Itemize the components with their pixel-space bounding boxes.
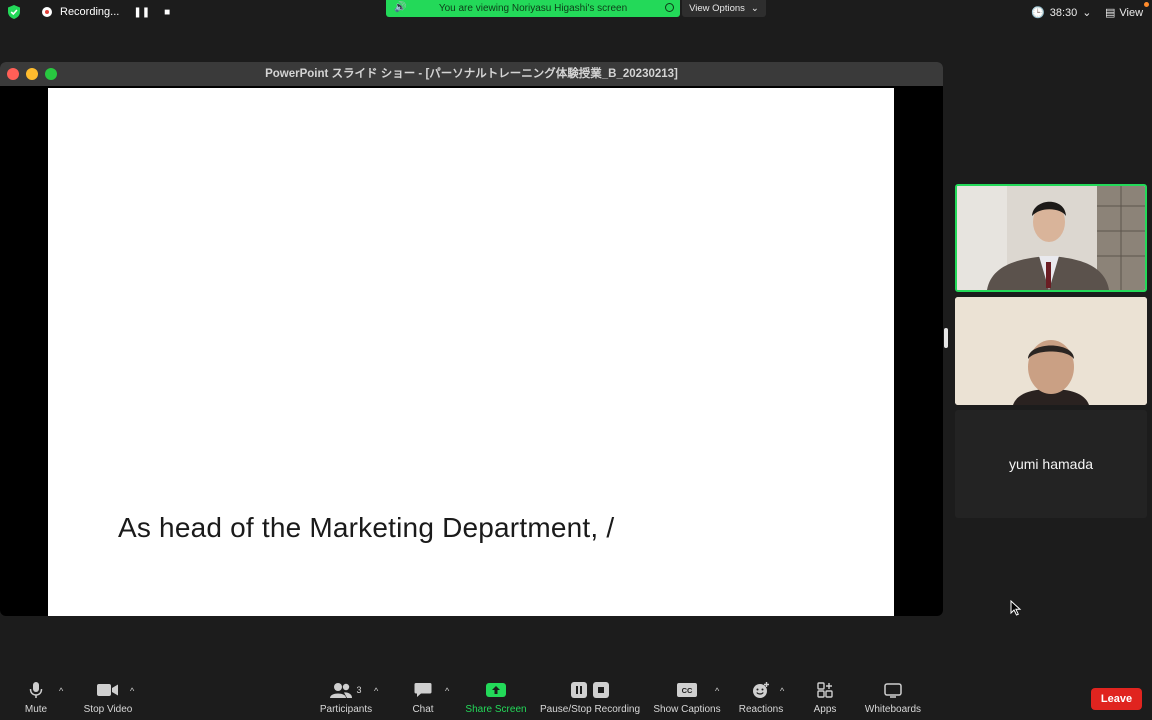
stop-video-label: Stop Video	[83, 704, 133, 715]
shared-screen-window: PowerPoint スライド ショー - [パーソナルトレーニング体験授業_B…	[0, 62, 943, 616]
view-button[interactable]: ▤ View	[1105, 2, 1150, 19]
participant-name: yumi hamada	[1008, 456, 1094, 472]
status-ring-icon	[665, 3, 674, 12]
microphone-icon	[29, 682, 43, 698]
show-captions-label: Show Captions	[653, 704, 721, 715]
chat-label: Chat	[412, 704, 434, 715]
video-options-caret[interactable]: ^	[130, 686, 134, 696]
chat-button[interactable]: Chat	[408, 676, 438, 720]
chevron-down-icon: ⌄	[750, 3, 759, 14]
recording-dot-icon	[42, 7, 52, 17]
stop-icon	[593, 682, 609, 698]
viewing-banner-text: You are viewing Noriyasu Higashi's scree…	[438, 3, 628, 14]
video-tile-participant[interactable]	[955, 297, 1147, 405]
video-tile-active-speaker[interactable]	[955, 184, 1147, 292]
whiteboards-label: Whiteboards	[864, 704, 922, 715]
chevron-down-icon: ⌄	[1082, 7, 1092, 19]
participant-video-2	[955, 297, 1147, 405]
shield-icon	[8, 5, 20, 19]
whiteboard-icon	[884, 682, 902, 698]
window-title-bar: PowerPoint スライド ショー - [パーソナルトレーニング体験授業_B…	[0, 62, 943, 86]
meeting-toolbar: Mute ^ Stop Video ^ 3 Participants ^ Cha…	[0, 676, 1152, 720]
participants-icon	[330, 683, 353, 698]
share-screen-icon	[486, 683, 506, 697]
apps-button[interactable]: Apps	[810, 676, 840, 720]
reactions-icon	[753, 682, 769, 698]
leave-button[interactable]: Leave	[1091, 688, 1142, 710]
meeting-timer[interactable]: 🕒 38:30 ⌄	[1031, 6, 1092, 20]
viewing-banner: 🔊 You are viewing Noriyasu Higashi's scr…	[386, 0, 680, 17]
share-screen-button[interactable]: Share Screen	[464, 676, 528, 720]
chat-options-caret[interactable]: ^	[445, 686, 449, 696]
reactions-label: Reactions	[738, 704, 784, 715]
close-window-icon[interactable]	[7, 68, 19, 80]
grid-icon: ▤	[1105, 7, 1116, 19]
reactions-options-caret[interactable]: ^	[780, 686, 784, 696]
pause-recording-icon[interactable]: ❚❚	[133, 7, 150, 18]
pause-icon	[571, 682, 587, 698]
svg-text:CC: CC	[682, 686, 693, 695]
slide-text: As head of the Marketing Department, /	[118, 512, 615, 543]
participants-options-caret[interactable]: ^	[374, 686, 378, 696]
notification-dot	[1144, 2, 1150, 7]
mouse-cursor-icon	[1010, 600, 1022, 616]
clock-icon: 🕒	[1031, 7, 1045, 19]
mute-label: Mute	[24, 704, 48, 715]
stop-video-button[interactable]: Stop Video	[82, 676, 134, 720]
video-camera-icon	[97, 684, 118, 696]
pause-stop-recording-label: Pause/Stop Recording	[539, 704, 641, 715]
view-label: View	[1119, 6, 1144, 19]
stop-recording-icon[interactable]: ■	[164, 7, 170, 18]
participants-button[interactable]: 3 Participants	[318, 676, 374, 720]
recording-status: Recording... ❚❚ ■	[8, 5, 170, 19]
mute-options-caret[interactable]: ^	[59, 686, 63, 696]
speaker-icon: 🔊	[394, 2, 407, 13]
top-bar: Recording... ❚❚ ■ 🔊 You are viewing Nori…	[0, 0, 1152, 30]
share-screen-label: Share Screen	[465, 704, 527, 715]
timer-value: 38:30	[1049, 6, 1078, 19]
mute-button[interactable]: Mute	[20, 676, 52, 720]
reactions-button[interactable]: Reactions	[736, 676, 786, 720]
recording-label: Recording...	[60, 6, 120, 18]
panel-resize-handle[interactable]	[944, 328, 948, 348]
window-controls	[7, 68, 57, 80]
apps-label: Apps	[813, 704, 837, 715]
show-captions-button[interactable]: CC Show Captions	[652, 676, 722, 720]
view-options-label: View Options	[689, 3, 745, 14]
minimize-window-icon[interactable]	[26, 68, 38, 80]
closed-captions-icon: CC	[677, 683, 697, 697]
presentation-slide: As head of the Marketing Department, /	[48, 88, 894, 616]
chat-icon	[414, 683, 432, 697]
maximize-window-icon[interactable]	[45, 68, 57, 80]
window-title: PowerPoint スライド ショー - [パーソナルトレーニング体験授業_B…	[265, 68, 678, 80]
captions-options-caret[interactable]: ^	[715, 686, 719, 696]
pause-stop-recording-button[interactable]: Pause/Stop Recording	[540, 676, 640, 720]
video-tile-no-video[interactable]: yumi hamada	[955, 410, 1147, 518]
whiteboards-button[interactable]: Whiteboards	[862, 676, 924, 720]
apps-icon	[817, 682, 833, 698]
participants-label: Participants	[319, 704, 373, 715]
participant-video-1	[957, 186, 1145, 290]
view-options-button[interactable]: View Options ⌄	[682, 0, 766, 17]
participants-count: 3	[356, 685, 362, 695]
